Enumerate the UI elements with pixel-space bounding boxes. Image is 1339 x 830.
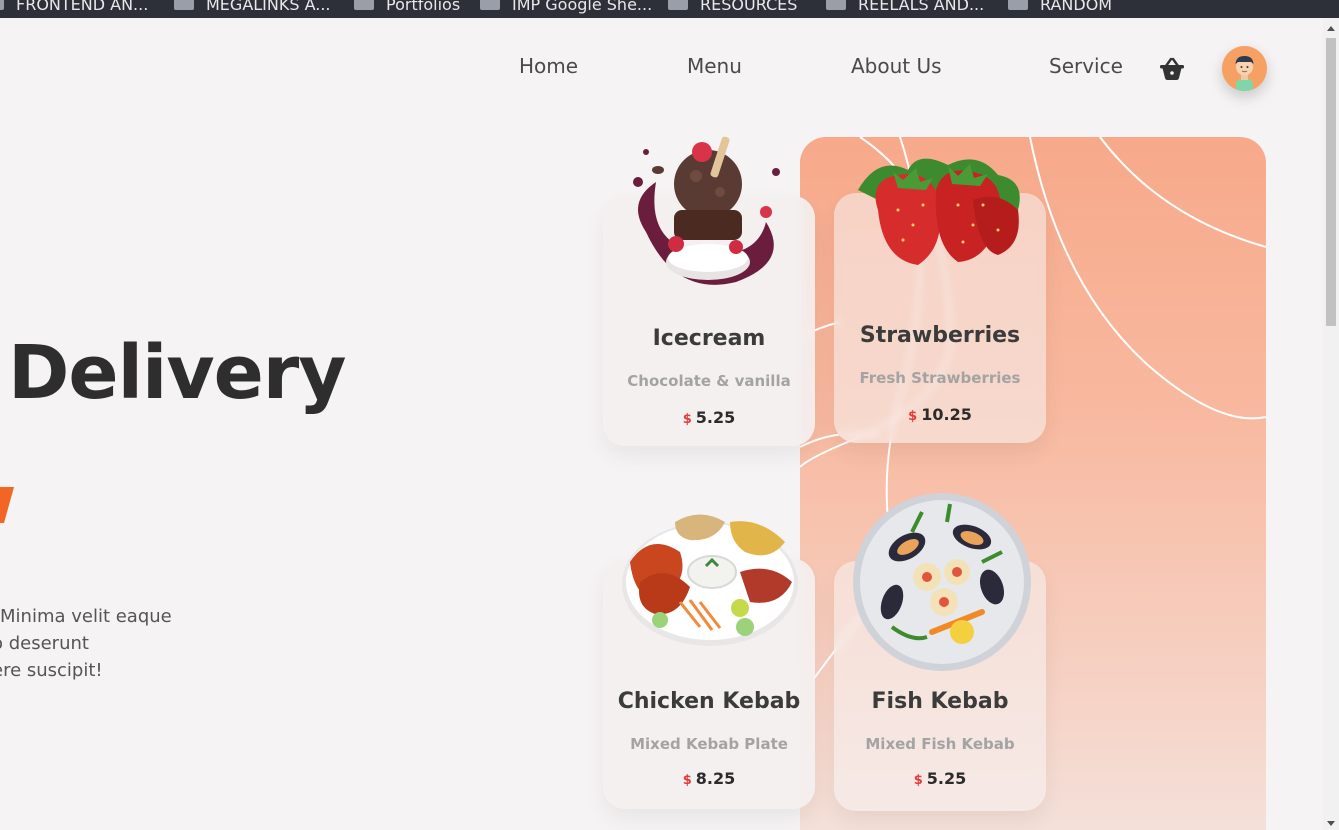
currency-symbol: $ bbox=[913, 773, 923, 788]
page-scrollbar[interactable] bbox=[1323, 18, 1339, 830]
bookmark-item[interactable]: RANDOM bbox=[1008, 0, 1112, 14]
card-description: Mixed Kebab Plate bbox=[630, 735, 788, 753]
bookmark-item[interactable]: FRONTEND AN... bbox=[0, 0, 148, 14]
card-description: Fresh Strawberries bbox=[859, 369, 1021, 387]
accent-mark bbox=[0, 487, 14, 523]
folder-icon bbox=[174, 0, 194, 10]
card-title: Chicken Kebab bbox=[617, 689, 801, 714]
basket-icon[interactable] bbox=[1158, 56, 1186, 82]
bookmarks-bar: FRONTEND AN... MEGALINKS A... Portfolios… bbox=[0, 0, 1339, 18]
folder-icon bbox=[668, 0, 688, 10]
nav-home-link[interactable]: Home bbox=[519, 54, 578, 78]
bookmark-item[interactable]: RESOURCES bbox=[668, 0, 797, 14]
card-title: Fish Kebab bbox=[871, 689, 1009, 714]
chicken-kebab-image bbox=[620, 502, 800, 656]
scrollbar-thumb[interactable] bbox=[1326, 38, 1336, 326]
nav-service-link[interactable]: Service bbox=[1049, 54, 1123, 78]
icecream-image bbox=[616, 122, 796, 312]
card-price: $10.25 bbox=[908, 405, 972, 424]
bookmark-item[interactable]: MEGALINKS A... bbox=[174, 0, 331, 14]
currency-symbol: $ bbox=[682, 412, 692, 427]
folder-icon bbox=[826, 0, 846, 10]
card-price: $8.25 bbox=[682, 769, 736, 788]
hero-description: Minima velit eaque o deserunt ere suscip… bbox=[0, 603, 172, 684]
folder-icon bbox=[354, 0, 374, 10]
card-description: Mixed Fish Kebab bbox=[865, 735, 1015, 753]
card-price: $5.25 bbox=[682, 408, 736, 427]
fish-kebab-image bbox=[852, 492, 1032, 676]
bookmark-item[interactable]: IMP Google She... bbox=[480, 0, 652, 14]
scroll-down-icon[interactable] bbox=[1327, 821, 1335, 826]
nav-about-link[interactable]: About Us bbox=[851, 54, 942, 78]
hero-description-line: o deserunt bbox=[0, 633, 89, 654]
scroll-up-icon[interactable] bbox=[1327, 26, 1335, 31]
bookmark-item[interactable]: Portfolios bbox=[354, 0, 460, 14]
hero-description-line: Minima velit eaque bbox=[0, 606, 172, 627]
bookmark-item[interactable]: REELALS AND... bbox=[826, 0, 984, 14]
currency-symbol: $ bbox=[908, 409, 918, 424]
hero-title: Delivery bbox=[8, 330, 347, 416]
hero-description-line: ere suscipit! bbox=[0, 660, 103, 681]
card-price: $5.25 bbox=[913, 769, 967, 788]
card-description: Chocolate & vanilla bbox=[627, 372, 791, 390]
folder-icon bbox=[1008, 0, 1028, 10]
strawberries-image bbox=[848, 150, 1028, 279]
folder-icon bbox=[0, 0, 4, 10]
nav-menu-link[interactable]: Menu bbox=[687, 54, 742, 78]
user-avatar-icon[interactable] bbox=[1222, 46, 1267, 91]
card-title: Strawberries bbox=[859, 323, 1021, 348]
currency-symbol: $ bbox=[682, 773, 692, 788]
folder-icon bbox=[480, 0, 500, 10]
card-title: Icecream bbox=[652, 326, 766, 351]
